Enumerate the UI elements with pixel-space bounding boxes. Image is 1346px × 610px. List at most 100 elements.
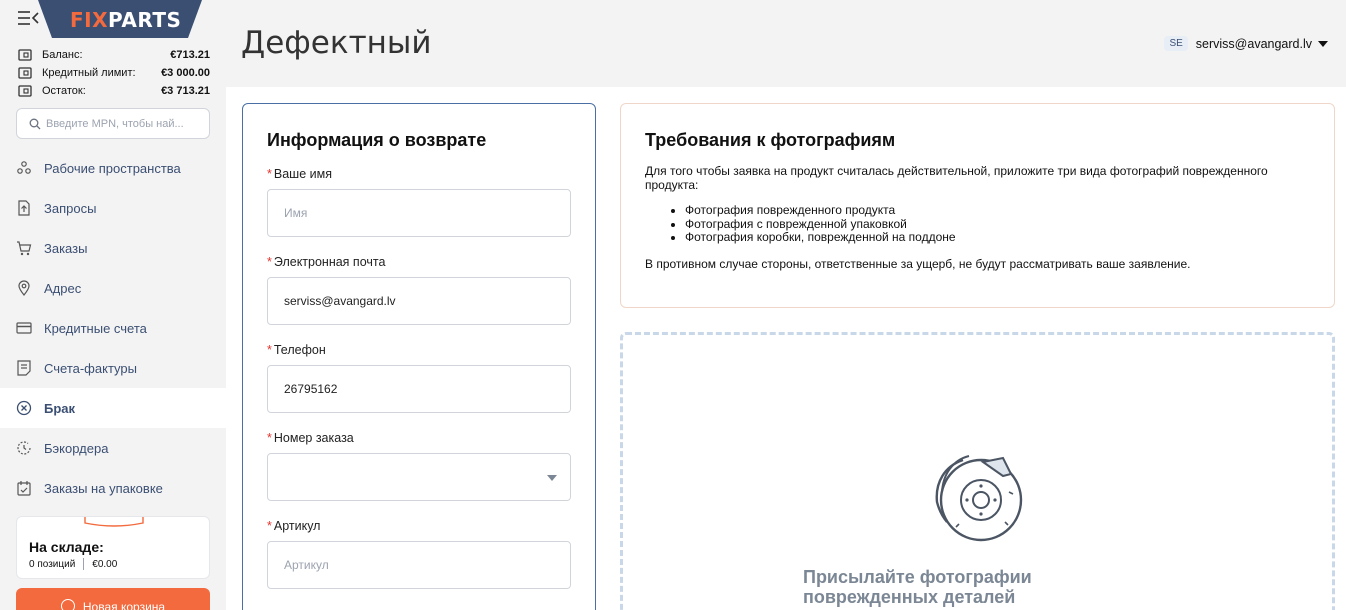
- packaging-icon: [17, 481, 31, 496]
- stock-count: 0 позиций: [29, 558, 76, 570]
- list-item: Фотография с поврежденной упаковкой: [685, 217, 956, 232]
- balance-row: Баланс: €713.21: [18, 46, 210, 64]
- workspaces-icon: [17, 161, 31, 174]
- credit-card-icon: [16, 322, 32, 334]
- required-asterisk: *: [267, 519, 272, 533]
- requirements-intro: Для того чтобы заявка на продукт считала…: [645, 164, 1268, 192]
- balance-panel: Баланс: €713.21 Кредитный лимит: €3 000.…: [18, 46, 210, 100]
- defect-circle-x-icon: [16, 400, 32, 416]
- chevron-down-icon: [1318, 40, 1328, 47]
- drop-zone-text: Присылайте фотографии поврежденных детал…: [803, 567, 1032, 610]
- required-asterisk: *: [267, 255, 272, 269]
- photo-requirements-card: Требования к фотографиям Для того чтобы …: [620, 103, 1335, 308]
- stock-amount: €0.00: [92, 558, 118, 570]
- list-item: Фотография поврежденного продукта: [685, 203, 956, 218]
- sidebar-item-label: Рабочие пространства: [44, 160, 181, 176]
- name-label-text: Ваше имя: [273, 167, 332, 181]
- sidebar-item-label: Запросы: [44, 200, 97, 216]
- article-input[interactable]: [284, 558, 570, 572]
- mpn-search: [16, 108, 210, 139]
- requirements-note: В противном случае стороны, ответственны…: [645, 257, 1191, 271]
- user-email: serviss@avangard.lv: [1195, 36, 1312, 51]
- wallet-icon: [18, 85, 32, 97]
- location-pin-icon: [18, 280, 30, 296]
- sidebar-item-label: Кредитные счета: [44, 320, 147, 336]
- invoice-icon: [17, 360, 31, 376]
- new-cart-button[interactable]: Новая корзина: [16, 588, 210, 610]
- remaining-label: Остаток:: [42, 85, 86, 97]
- sidebar-item-orders[interactable]: Заказы: [0, 228, 226, 268]
- article-field: [267, 541, 571, 589]
- credit-limit-label: Кредитный лимит:: [42, 67, 136, 79]
- list-item: Фотография коробки, поврежденной на подд…: [685, 230, 956, 245]
- sidebar-item-label: Заказы: [44, 240, 88, 256]
- email-label-text: Электронная почта: [273, 255, 386, 269]
- phone-field: [267, 365, 571, 413]
- logo-fix: FIX: [70, 8, 109, 32]
- sidebar-item-credit-accounts[interactable]: Кредитные счета: [0, 308, 226, 348]
- balance-value: €713.21: [170, 49, 210, 61]
- sidebar-item-label: Брак: [44, 400, 76, 416]
- order-number-label: * Номер заказа: [267, 431, 354, 445]
- search-input[interactable]: [46, 117, 196, 130]
- photo-drop-zone[interactable]: Присылайте фотографии поврежденных детал…: [620, 332, 1335, 610]
- stock-card[interactable]: На складе: 0 позиций €0.00: [16, 516, 210, 579]
- sidebar-item-label: Бэкордера: [44, 440, 109, 456]
- sidebar-item-address[interactable]: Адрес: [0, 268, 226, 308]
- balance-label: Баланс:: [42, 49, 83, 61]
- email-field: [267, 277, 571, 325]
- sidebar-nav: Рабочие пространства Запросы Заказы Адре…: [0, 148, 226, 508]
- order-number-label-text: Номер заказа: [273, 431, 354, 445]
- name-input[interactable]: [284, 206, 570, 220]
- remaining-row: Остаток: €3 713.21: [18, 82, 210, 100]
- sidebar-item-backorders[interactable]: Бэкордера: [0, 428, 226, 468]
- order-number-select[interactable]: [267, 453, 571, 501]
- remaining-value: €3 713.21: [161, 85, 210, 97]
- language-badge[interactable]: SE: [1164, 36, 1188, 51]
- email-input[interactable]: [284, 294, 570, 308]
- new-cart-label: Новая корзина: [82, 600, 166, 610]
- backorder-icon: [17, 441, 31, 455]
- return-info-form: Информация о возврате *Ваше имя *Электро…: [242, 103, 596, 610]
- plus-circle-icon: [60, 599, 75, 610]
- phone-label-text: Телефон: [273, 343, 326, 357]
- requirements-list: Фотография поврежденного продукта Фотогр…: [685, 203, 956, 245]
- article-label-text: Артикул: [273, 519, 321, 533]
- wallet-icon: [18, 67, 32, 79]
- wallet-icon: [18, 49, 32, 61]
- stock-meta: 0 позиций €0.00: [29, 558, 117, 570]
- menu-collapse-icon[interactable]: [18, 10, 40, 26]
- sidebar-item-requests[interactable]: Запросы: [0, 188, 226, 228]
- sidebar-item-packaging-orders[interactable]: Заказы на упаковке: [0, 468, 226, 508]
- sidebar-item-label: Адрес: [44, 280, 82, 296]
- phone-input[interactable]: [284, 382, 570, 396]
- sidebar-item-defects[interactable]: Брак: [0, 388, 226, 428]
- email-label: * Электронная почта: [267, 255, 385, 269]
- sidebar: FIXPARTS Баланс: €713.21 Кредитный лимит…: [0, 0, 226, 610]
- credit-limit-row: Кредитный лимит: €3 000.00: [18, 64, 210, 82]
- sidebar-item-workspaces[interactable]: Рабочие пространства: [0, 148, 226, 188]
- sidebar-item-label: Счета-фактуры: [44, 360, 137, 376]
- user-menu[interactable]: SE serviss@avangard.lv: [1164, 36, 1328, 51]
- requirements-title: Требования к фотографиям: [645, 130, 896, 150]
- chevron-down-icon: [547, 475, 557, 481]
- divider: [83, 558, 85, 570]
- name-label: * Ваше имя: [267, 167, 332, 181]
- search-icon: [29, 118, 41, 129]
- brake-disc-icon: [935, 455, 1023, 542]
- form-title: Информация о возврате: [267, 130, 487, 150]
- sidebar-item-invoices[interactable]: Счета-фактуры: [0, 348, 226, 388]
- shopping-bag-icon: [84, 517, 144, 527]
- required-asterisk: *: [267, 343, 272, 357]
- logo-parts: PARTS: [108, 8, 182, 32]
- requests-icon: [18, 200, 30, 216]
- logo[interactable]: FIXPARTS: [70, 8, 181, 32]
- credit-limit-value: €3 000.00: [161, 67, 210, 79]
- sidebar-item-label: Заказы на упаковке: [44, 480, 163, 496]
- name-field: [267, 189, 571, 237]
- cart-icon: [17, 241, 32, 256]
- page-title: Дефектный: [241, 25, 432, 61]
- phone-label: * Телефон: [267, 343, 326, 357]
- article-label: * Артикул: [267, 519, 320, 533]
- required-asterisk: *: [267, 167, 272, 181]
